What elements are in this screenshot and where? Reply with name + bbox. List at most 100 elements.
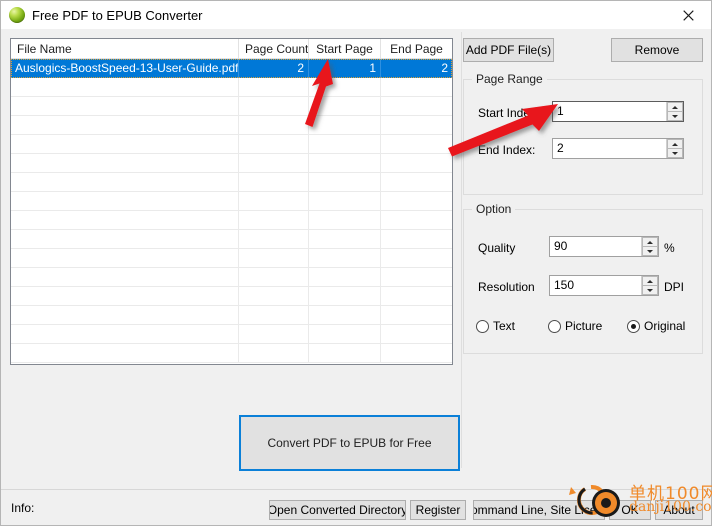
cell-end-page: 2: [381, 59, 452, 78]
start-index-increment-button[interactable]: [667, 102, 683, 111]
table-row-empty: [11, 135, 452, 154]
table-row-empty: [11, 192, 452, 211]
end-index-stepper[interactable]: 2: [552, 138, 684, 159]
cell-empty: [381, 154, 452, 173]
cell-empty: [309, 249, 381, 268]
cell-empty: [309, 211, 381, 230]
quality-stepper[interactable]: 90: [549, 236, 659, 257]
table-row-empty: [11, 344, 452, 363]
radio-circle-filled-icon: [627, 319, 640, 333]
remove-button[interactable]: Remove: [611, 38, 703, 62]
column-header-start-page[interactable]: Start Page: [309, 39, 381, 59]
resolution-label: Resolution: [478, 280, 535, 294]
triangle-up-icon: [672, 105, 678, 109]
cell-empty: [381, 287, 452, 306]
ok-button[interactable]: OK: [609, 500, 651, 520]
window-title: Free PDF to EPUB Converter: [32, 7, 203, 23]
close-icon[interactable]: [665, 1, 711, 29]
cell-start-page: 1: [309, 59, 381, 78]
cell-empty: [381, 325, 452, 344]
cell-empty: [381, 306, 452, 325]
cell-empty: [11, 78, 239, 97]
cell-empty: [11, 173, 239, 192]
table-row-empty: [11, 78, 452, 97]
add-pdf-files-button[interactable]: Add PDF File(s): [463, 38, 554, 62]
resolution-stepper[interactable]: 150: [549, 275, 659, 296]
cell-empty: [239, 287, 309, 306]
table-row-empty: [11, 230, 452, 249]
column-header-page-count[interactable]: Page Count: [239, 39, 309, 59]
column-header-file-name[interactable]: File Name: [11, 39, 239, 59]
radio-original-label: Original: [644, 319, 686, 333]
cell-empty: [309, 173, 381, 192]
info-label: Info:: [11, 501, 35, 515]
table-row[interactable]: Auslogics-BoostSpeed-13-User-Guide.pdf 2…: [11, 59, 452, 78]
green-sphere-icon: [9, 7, 25, 23]
quality-input[interactable]: 90: [550, 237, 641, 256]
quality-label: Quality: [478, 241, 516, 255]
cell-page-count: 2: [239, 59, 309, 78]
file-list[interactable]: File Name Page Count Start Page End Page…: [10, 38, 453, 365]
cell-empty: [11, 249, 239, 268]
resolution-decrement-button[interactable]: [642, 285, 658, 295]
radio-picture-label: Picture: [565, 319, 603, 333]
cell-empty: [239, 306, 309, 325]
cell-empty: [11, 306, 239, 325]
open-converted-directory-button[interactable]: Open Converted Directory: [269, 500, 406, 520]
cell-empty: [239, 173, 309, 192]
cell-empty: [239, 344, 309, 363]
cell-empty: [11, 211, 239, 230]
status-bar: Info: Open Converted Directory Register …: [1, 489, 711, 525]
convert-button[interactable]: Convert PDF to EPUB for Free: [239, 415, 460, 471]
start-index-stepper[interactable]: 1: [552, 101, 684, 122]
cell-empty: [11, 325, 239, 344]
radio-picture[interactable]: Picture: [548, 319, 602, 333]
radio-circle-icon: [476, 319, 489, 333]
page-range-group-title: Page Range: [472, 72, 547, 86]
table-row-empty: [11, 154, 452, 173]
cell-empty: [239, 192, 309, 211]
quality-spin-buttons: [641, 237, 658, 256]
table-row-empty: [11, 268, 452, 287]
triangle-down-icon: [647, 288, 653, 292]
triangle-down-icon: [647, 249, 653, 253]
radio-text[interactable]: Text: [476, 319, 515, 333]
cell-empty: [239, 211, 309, 230]
quality-increment-button[interactable]: [642, 237, 658, 246]
cell-empty: [11, 230, 239, 249]
command-line-site-license-button[interactable]: Command Line, Site License: [473, 500, 605, 520]
start-index-decrement-button[interactable]: [667, 111, 683, 121]
cell-empty: [381, 192, 452, 211]
cell-empty: [309, 325, 381, 344]
cell-empty: [381, 268, 452, 287]
radio-circle-icon: [548, 319, 561, 333]
table-row-empty: [11, 211, 452, 230]
radio-original[interactable]: Original: [627, 319, 685, 333]
resolution-input[interactable]: 150: [550, 276, 641, 295]
about-button[interactable]: About: [655, 500, 703, 520]
cell-empty: [11, 268, 239, 287]
cell-empty: [381, 116, 452, 135]
start-index-input[interactable]: 1: [553, 102, 666, 121]
end-index-decrement-button[interactable]: [667, 148, 683, 158]
cell-empty: [309, 154, 381, 173]
register-button[interactable]: Register: [410, 500, 466, 520]
resolution-spin-buttons: [641, 276, 658, 295]
end-index-input[interactable]: 2: [553, 139, 666, 158]
end-index-increment-button[interactable]: [667, 139, 683, 148]
table-row-empty: [11, 173, 452, 192]
column-header-end-page[interactable]: End Page: [381, 39, 452, 59]
resolution-unit-label: DPI: [664, 280, 685, 294]
cell-empty: [381, 135, 452, 154]
cell-empty: [381, 78, 452, 97]
cell-empty: [11, 154, 239, 173]
resolution-increment-button[interactable]: [642, 276, 658, 285]
cell-empty: [309, 116, 381, 135]
cell-empty: [309, 287, 381, 306]
cell-empty: [309, 230, 381, 249]
cell-file-name: Auslogics-BoostSpeed-13-User-Guide.pdf: [11, 59, 239, 78]
table-row-empty: [11, 287, 452, 306]
cell-empty: [309, 97, 381, 116]
client-area: File Name Page Count Start Page End Page…: [1, 29, 711, 525]
quality-decrement-button[interactable]: [642, 246, 658, 256]
